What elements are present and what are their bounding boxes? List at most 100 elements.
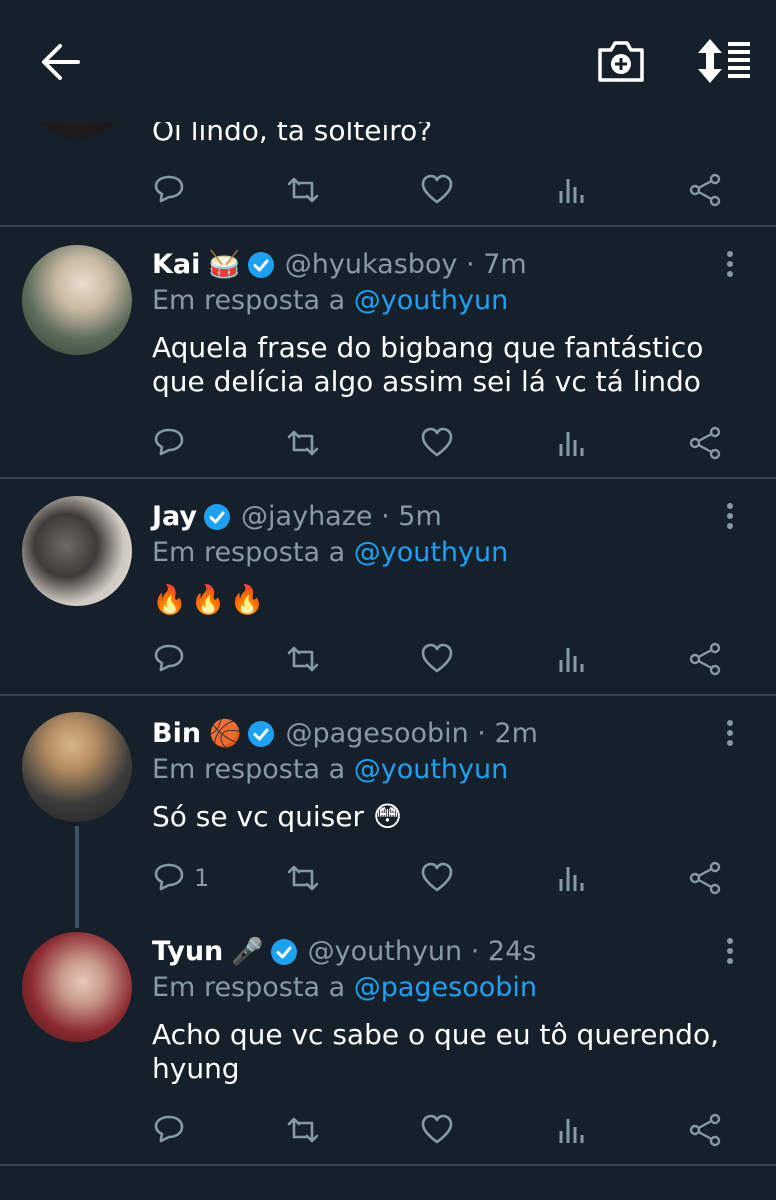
heart-icon: [421, 1114, 453, 1144]
retweet-icon: [287, 865, 319, 891]
share-button[interactable]: [688, 1110, 722, 1150]
tweet-actions: 1: [0, 858, 776, 898]
verified-icon: [204, 503, 231, 530]
analytics-button[interactable]: [556, 1110, 590, 1150]
handle-and-time: @pagesoobin · 2m: [285, 718, 538, 749]
tweet-actions: [0, 423, 776, 463]
back-button[interactable]: [38, 40, 82, 84]
analytics-icon: [559, 1119, 584, 1143]
tweet-item[interactable]: Jay @jayhaze · 5m Em resposta a @youthyu…: [0, 479, 776, 694]
handle-and-time: @hyukasboy · 7m: [284, 249, 527, 280]
name-emoji: 🎤: [231, 936, 264, 967]
share-button[interactable]: [688, 423, 722, 463]
divider: [0, 1164, 776, 1166]
analytics-button[interactable]: [556, 858, 590, 898]
analytics-icon: [559, 648, 584, 672]
tweet-header: Tyun 🎤 @youthyun · 24s: [152, 936, 536, 967]
display-name[interactable]: Bin: [152, 718, 201, 749]
reply-mention[interactable]: @youthyun: [354, 285, 509, 316]
camera-plus-icon: [598, 41, 644, 82]
tweet-actions: [0, 170, 776, 210]
share-icon: [689, 1113, 721, 1147]
verified-icon: [248, 720, 275, 747]
reply-button[interactable]: [152, 423, 186, 463]
tweet-actions: [0, 639, 776, 679]
more-options-icon[interactable]: [720, 249, 740, 279]
like-button[interactable]: [420, 639, 454, 679]
reply-icon: [154, 1115, 184, 1143]
retweet-button[interactable]: [286, 170, 320, 210]
tweet-text: Aquela frase do bigbang que fantástico q…: [152, 331, 704, 398]
display-name[interactable]: Jay: [152, 501, 197, 532]
reply-icon: [154, 644, 184, 672]
thread-connector-line: [75, 826, 79, 928]
more-options-icon[interactable]: [720, 718, 740, 748]
analytics-icon: [559, 179, 584, 203]
reply-icon: [154, 428, 184, 456]
reply-button[interactable]: [152, 639, 186, 679]
share-button[interactable]: [688, 639, 722, 679]
retweet-icon: [287, 177, 319, 203]
share-icon: [689, 861, 721, 895]
share-icon: [689, 642, 721, 676]
sort-button[interactable]: [696, 36, 754, 86]
tweet-item[interactable]: Tyun 🎤 @youthyun · 24s Em resposta a @pa…: [0, 930, 776, 1165]
retweet-button[interactable]: [286, 639, 320, 679]
display-name[interactable]: Tyun: [152, 936, 223, 967]
verified-icon: [247, 251, 274, 278]
avatar[interactable]: [22, 932, 132, 1042]
reply-button[interactable]: 1: [152, 858, 209, 898]
retweet-icon: [287, 430, 319, 456]
top-bar: [0, 0, 776, 122]
like-button[interactable]: [420, 423, 454, 463]
name-emoji: 🥁: [208, 249, 241, 280]
retweet-button[interactable]: [286, 423, 320, 463]
share-button[interactable]: [688, 170, 722, 210]
like-button[interactable]: [420, 1110, 454, 1150]
reply-icon: [154, 175, 184, 203]
like-button[interactable]: [420, 170, 454, 210]
share-button[interactable]: [688, 858, 722, 898]
analytics-icon: [559, 867, 584, 891]
tweet-text: Só se vc quiser 😳: [152, 800, 403, 833]
tweet-actions: [0, 1110, 776, 1150]
retweet-icon: [287, 646, 319, 672]
heart-icon: [421, 862, 453, 892]
share-icon: [689, 173, 721, 207]
display-name[interactable]: Kai: [152, 249, 200, 280]
reply-button[interactable]: [152, 1110, 186, 1150]
tweet-text: Acho que vc sabe o que eu tô querendo, h…: [152, 1018, 719, 1085]
like-button[interactable]: [420, 858, 454, 898]
more-options-icon[interactable]: [720, 501, 740, 531]
analytics-button[interactable]: [556, 170, 590, 210]
tweet-item[interactable]: Kai 🥁 @hyukasboy · 7m Em resposta a @you…: [0, 227, 776, 477]
reply-mention[interactable]: @pagesoobin: [354, 972, 537, 1003]
reply-context: Em resposta a @youthyun: [152, 754, 508, 785]
reply-button[interactable]: [152, 170, 186, 210]
reply-context: Em resposta a @pagesoobin: [152, 972, 537, 1003]
avatar[interactable]: [22, 245, 132, 355]
retweet-button[interactable]: [286, 1110, 320, 1150]
more-options-icon[interactable]: [720, 936, 740, 966]
analytics-button[interactable]: [556, 423, 590, 463]
handle-and-time: @jayhaze · 5m: [241, 501, 442, 532]
share-icon: [689, 426, 721, 460]
reply-prefix: Em resposta a: [152, 972, 346, 1003]
camera-button[interactable]: [596, 38, 646, 84]
analytics-icon: [559, 432, 584, 456]
name-emoji: 🏀: [209, 718, 242, 749]
avatar[interactable]: [22, 496, 132, 606]
heart-icon: [421, 174, 453, 204]
analytics-button[interactable]: [556, 639, 590, 679]
reply-mention[interactable]: @youthyun: [354, 537, 509, 568]
avatar[interactable]: [22, 712, 132, 822]
reply-context: Em resposta a @youthyun: [152, 285, 508, 316]
retweet-button[interactable]: [286, 858, 320, 898]
retweet-icon: [287, 1117, 319, 1143]
tweet-item[interactable]: Bin 🏀 @pagesoobin · 2m Em resposta a @yo…: [0, 696, 776, 930]
reply-prefix: Em resposta a: [152, 537, 346, 568]
reply-mention[interactable]: @youthyun: [354, 754, 509, 785]
reply-context: Em resposta a @youthyun: [152, 537, 508, 568]
reply-count: 1: [194, 864, 210, 892]
tweet-header: Bin 🏀 @pagesoobin · 2m: [152, 718, 538, 749]
